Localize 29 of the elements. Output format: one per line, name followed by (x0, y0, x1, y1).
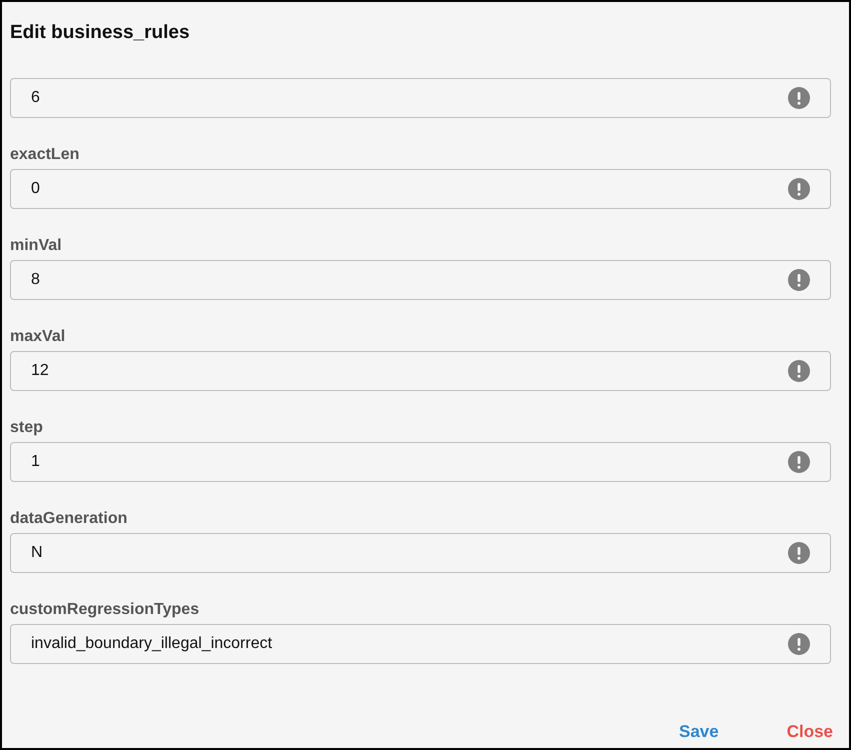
field-label: customRegressionTypes (10, 600, 200, 620)
warning-icon (788, 542, 810, 564)
field-label: step (10, 418, 44, 438)
field-label: dataGeneration (10, 509, 128, 529)
field-label: minVal (10, 236, 63, 256)
field-label: exactLen (10, 145, 80, 165)
input-field[interactable]: 8 (10, 260, 831, 300)
field-value: 1 (31, 453, 40, 471)
dialog-title: Edit business_rules (9, 21, 191, 45)
input-field[interactable]: 6 (10, 78, 831, 118)
input-field[interactable]: 0 (10, 169, 831, 209)
field-label: maxVal (10, 327, 66, 347)
warning-icon (788, 451, 810, 473)
field-value: 12 (31, 362, 49, 380)
field-value: invalid_boundary_illegal_incorrect (31, 635, 272, 653)
warning-icon (788, 178, 810, 200)
warning-icon (788, 269, 810, 291)
warning-icon (788, 360, 810, 382)
save-button[interactable]: Save (677, 720, 721, 744)
field-value: N (31, 544, 43, 562)
input-field[interactable]: invalid_boundary_illegal_incorrect (10, 624, 831, 664)
field-value: 8 (31, 271, 40, 289)
field-value: 6 (31, 89, 40, 107)
warning-icon (788, 633, 810, 655)
input-field[interactable]: N (10, 533, 831, 573)
warning-icon (788, 87, 810, 109)
input-field[interactable]: 1 (10, 442, 831, 482)
field-value: 0 (31, 180, 40, 198)
input-field[interactable]: 12 (10, 351, 831, 391)
